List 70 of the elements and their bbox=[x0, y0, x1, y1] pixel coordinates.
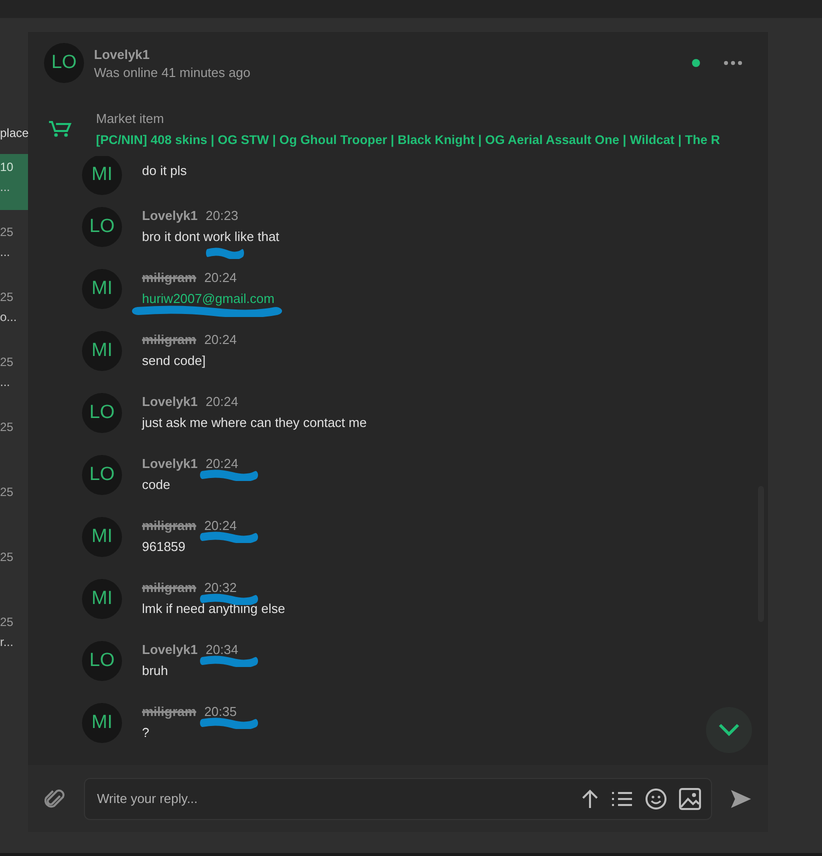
marker-scribble bbox=[200, 593, 258, 605]
market-item-link[interactable]: [PC/NIN] 408 skins | OG STW | Og Ghoul Trooper | Black Knight | OG Aerial Assault One | Wildcat | The R bbox=[96, 133, 720, 147]
conversation-item[interactable]: 25 bbox=[0, 479, 28, 544]
message-time: 20:35 bbox=[204, 704, 237, 719]
message-time: 20:24 bbox=[204, 332, 237, 347]
sidebar-text: place bbox=[0, 126, 28, 142]
message-text: code bbox=[142, 477, 172, 492]
avatar: MI bbox=[82, 517, 122, 557]
message-text: ? bbox=[142, 725, 150, 740]
market-label: Market item bbox=[96, 111, 165, 126]
send-icon[interactable] bbox=[730, 788, 752, 808]
message-time: 20:24 bbox=[206, 394, 238, 409]
avatar: MI bbox=[82, 269, 122, 309]
message-text: bruh bbox=[142, 663, 170, 678]
author-name: miligram bbox=[142, 704, 196, 719]
avatar: LO bbox=[44, 43, 84, 83]
emoji-icon[interactable] bbox=[645, 788, 667, 810]
message-text: bro it dont work like that bbox=[142, 229, 280, 244]
conversation-item[interactable]: 25 bbox=[0, 544, 28, 609]
avatar: LO bbox=[82, 207, 122, 247]
author-name: Lovelyk1 bbox=[142, 456, 198, 471]
email-link[interactable]: huriw2007@gmail.com bbox=[142, 291, 274, 306]
conversation-item[interactable]: 25 r... bbox=[0, 609, 28, 674]
author-name: miligram bbox=[142, 270, 196, 285]
more-icon[interactable] bbox=[724, 61, 742, 65]
marker-scribble bbox=[200, 717, 258, 729]
message-time: 20:24 bbox=[204, 270, 237, 285]
contact-name: Lovelyk1 bbox=[94, 46, 151, 62]
message-text: 961859 bbox=[142, 539, 186, 554]
reply-input[interactable]: Write your reply... bbox=[95, 790, 569, 807]
message-text: send code] bbox=[142, 353, 207, 368]
marker-scribble bbox=[206, 247, 244, 259]
marker-scribble bbox=[200, 531, 258, 543]
author-name: Lovelyk1 bbox=[142, 208, 198, 223]
author-name: miligram bbox=[142, 518, 196, 533]
paperclip-icon[interactable] bbox=[44, 786, 66, 810]
conversation-item[interactable]: 25 ... bbox=[0, 219, 28, 284]
reply-field[interactable]: Write your reply... bbox=[84, 778, 712, 820]
message-time: 20:34 bbox=[206, 642, 238, 657]
conversation-item[interactable]: 25 bbox=[0, 414, 28, 479]
message-time: 20:32 bbox=[204, 580, 237, 595]
marker-scribble bbox=[200, 469, 258, 481]
avatar: MI bbox=[82, 156, 122, 195]
message-text: lmk if need anything else bbox=[142, 601, 286, 616]
conversation-item[interactable]: 10 ... bbox=[0, 154, 28, 210]
author-name: Lovelyk1 bbox=[142, 394, 198, 409]
message-text: do it pls bbox=[142, 163, 187, 178]
message-time: 20:23 bbox=[206, 208, 238, 223]
avatar: LO bbox=[82, 641, 122, 681]
status-text: Was online 41 minutes ago bbox=[94, 64, 252, 80]
scroll-down-button[interactable] bbox=[706, 707, 752, 753]
image-icon[interactable] bbox=[679, 788, 701, 810]
message-time: 20:24 bbox=[204, 518, 237, 533]
avatar: MI bbox=[82, 579, 122, 619]
avatar: LO bbox=[82, 455, 122, 495]
marker-scribble bbox=[200, 655, 258, 667]
message-time: 20:24 bbox=[206, 456, 238, 471]
author-name: miligram bbox=[142, 332, 196, 347]
chevron-down-icon bbox=[718, 723, 740, 737]
message-text: just ask me where can they contact me bbox=[142, 415, 367, 430]
arrow-up-icon[interactable] bbox=[581, 788, 599, 808]
author-name: Lovelyk1 bbox=[142, 642, 198, 657]
avatar: MI bbox=[82, 331, 122, 371]
author-name: miligram bbox=[142, 580, 196, 595]
avatar: MI bbox=[82, 703, 122, 743]
list-icon[interactable] bbox=[611, 790, 633, 808]
cart-icon bbox=[48, 120, 72, 138]
conversation-item[interactable]: 25 o... bbox=[0, 284, 28, 349]
conversation-item[interactable]: 25 ... bbox=[0, 349, 28, 414]
avatar: LO bbox=[82, 393, 122, 433]
